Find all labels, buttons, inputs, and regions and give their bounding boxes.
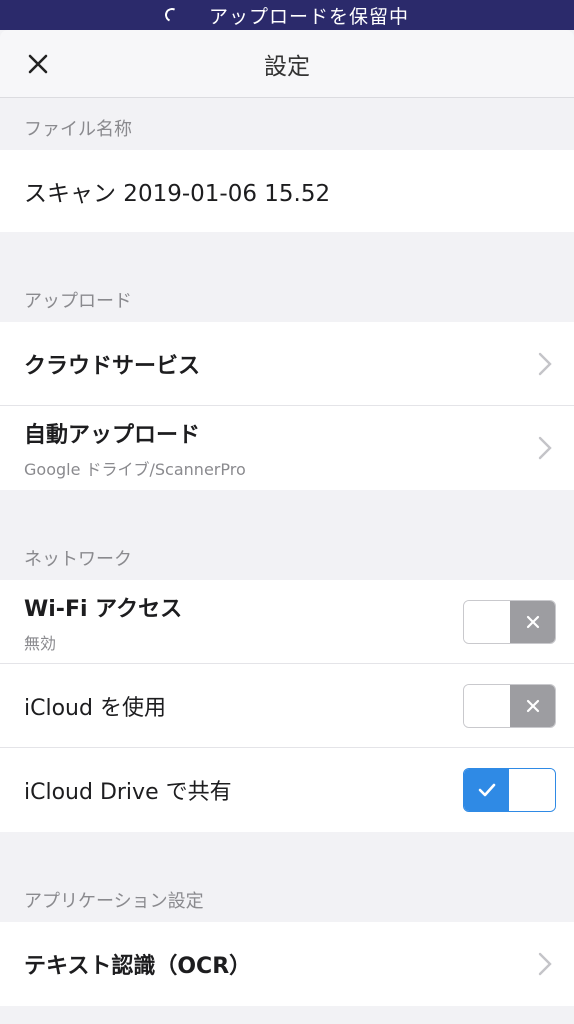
icloud-drive-share-label: iCloud Drive で共有 xyxy=(24,780,232,805)
checkmark-icon xyxy=(478,783,495,797)
auto-upload-subtitle: Google ドライブ/ScannerPro xyxy=(24,459,246,479)
cloud-service-label: クラウドサービス xyxy=(24,354,201,379)
close-button[interactable] xyxy=(22,48,54,80)
cloud-service-row[interactable]: クラウドサービス xyxy=(0,322,574,406)
chevron-right-icon xyxy=(534,949,556,979)
use-icloud-row: iCloud を使用 xyxy=(0,664,574,748)
icloud-drive-share-row: iCloud Drive で共有 xyxy=(0,748,574,832)
toggle-knob xyxy=(509,769,555,811)
wifi-access-subtitle: 無効 xyxy=(24,633,57,653)
section-header-app-settings: アプリケーション設定 xyxy=(24,891,204,912)
auto-upload-label: 自動アップロード xyxy=(24,422,201,448)
use-icloud-toggle[interactable] xyxy=(463,684,556,728)
x-icon xyxy=(526,699,539,713)
close-icon xyxy=(28,54,48,74)
ocr-label: テキスト認識（OCR） xyxy=(24,954,252,979)
section-header-file-name: ファイル名称 xyxy=(24,119,132,140)
status-bar: アップロードを保留中 xyxy=(0,0,574,30)
wifi-access-toggle[interactable] xyxy=(463,600,556,644)
upload-status-text: アップロードを保留中 xyxy=(208,5,409,28)
toggle-knob xyxy=(464,601,510,643)
toggle-on-side xyxy=(464,769,509,811)
toggle-off-side xyxy=(510,601,555,643)
icloud-drive-share-toggle[interactable] xyxy=(463,768,556,812)
navigation-bar: 設定 xyxy=(0,30,574,98)
chevron-right-icon xyxy=(534,433,556,463)
use-icloud-label: iCloud を使用 xyxy=(24,696,166,721)
wifi-access-row: Wi-Fi アクセス 無効 xyxy=(0,580,574,664)
x-icon xyxy=(526,615,539,629)
loading-spinner-icon xyxy=(163,6,181,24)
page-title: 設定 xyxy=(264,53,310,80)
wifi-access-label: Wi-Fi アクセス xyxy=(24,596,183,622)
ocr-row[interactable]: テキスト認識（OCR） xyxy=(0,922,574,1006)
auto-upload-row[interactable]: 自動アップロード Google ドライブ/ScannerPro xyxy=(0,406,574,490)
section-header-upload: アップロード xyxy=(24,291,132,312)
toggle-knob xyxy=(464,685,510,727)
file-name-field[interactable]: スキャン 2019-01-06 15.52 xyxy=(0,150,574,232)
file-name-value: スキャン 2019-01-06 15.52 xyxy=(24,181,331,207)
toggle-off-side xyxy=(510,685,555,727)
chevron-right-icon xyxy=(534,349,556,379)
section-header-network: ネットワーク xyxy=(24,549,132,570)
